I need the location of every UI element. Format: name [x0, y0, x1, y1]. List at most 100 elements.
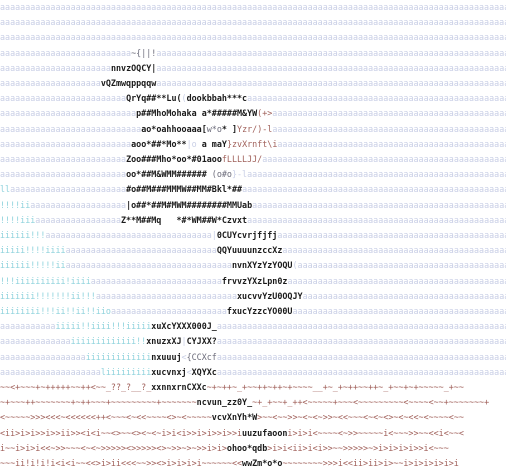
- art-line: aaaaaaaaaaaaaaaaaaaaaaaaaQrYq##**Lu((doo…: [0, 93, 506, 104]
- art-segment: aaaaaaaaaaaaaaaaaaaaaaaaaaaaaaaaaaaaaaaa…: [287, 275, 506, 286]
- art-segment: >i>i<ii>i<i>>~~>>>>>~>i>i>i>i>>i<~~~: [267, 442, 449, 453]
- art-segment: nnvzOQCY|: [110, 62, 157, 73]
- art-line: aaaaaaaaaaaaaaaaaaaaaaaaaaaaaaaaaaaaaaaa…: [0, 17, 506, 28]
- art-segment: aaaaaaaaaaaaaaaaaaaaaaaaaaaaaaaaaaaaaaaa…: [242, 184, 506, 195]
- art-segment: aaaaaaaaaaaaaaaaaaaaaaaaaaaaaaaaaaaaaaaa…: [156, 78, 506, 88]
- art-segment: aaaaaaaaaaaaaaaaaaaaaaaaaaaaaaaaaaaaaaaa…: [277, 138, 506, 149]
- art-line: iiiiii!!!!!iiaaaaaaaaaaaaaaaaaaaaaaaaaaa…: [0, 260, 506, 271]
- art-segment: aaaaaaaaaaaaaaaaaaaaaaaaaaaaaaaaaaaaaaaa…: [262, 154, 506, 164]
- art-line: aaaaaaaaaaaaaaaaaaaaaannvzOQCY|aaaaaaaaa…: [0, 63, 506, 74]
- art-segment: frvvzYXzLpn0z: [221, 275, 288, 286]
- art-line: ~~~ii!i!i!i<i<i~~<<>i>ii<<<~~>><>i>i>i>i…: [0, 458, 506, 469]
- art-segment: xnuzxXJ: [146, 336, 182, 347]
- art-segment: aaaaaaaaaaaaaaaaaaaaaaa: [10, 184, 127, 195]
- art-segment: aaaaaaaaaaaaaaaaaaaaaaaaaaaaaaaaaaaaaaaa…: [252, 199, 506, 210]
- art-segment: aaaaaaaaaaaaaaaaaaaaaaaaaaaaaaaaaaaaaaaa…: [247, 214, 506, 225]
- art-segment: aaaaaaaaaaaaaaaaaaaaaaaaaa: [0, 47, 132, 58]
- art-segment: Zoo###Mho*oo*#0: [126, 154, 202, 164]
- art-segment: aaaaaaaaaaaaaaaaaaaaaaaaa: [0, 169, 127, 180]
- art-segment: nvnXYzYzYOQU: [231, 260, 293, 271]
- art-segment: 1aoo: [201, 154, 222, 164]
- art-segment: oo*##M&WMM######: [126, 169, 207, 180]
- art-segment: xucvvYzU0OQJY: [237, 290, 303, 301]
- art-segment: |o: [186, 138, 202, 149]
- art-line: aaaaaaaaaaaaaaaaaaaavQZmwqppqqwaaaaaaaaa…: [0, 78, 506, 89]
- art-segment: Yzr/)-l: [237, 123, 273, 134]
- art-segment: !!!!iii: [0, 214, 36, 225]
- art-line: !!!iiiiiiiiii!iiiiaaaaaaaaaaaaaaaaaaaaaa…: [0, 276, 506, 287]
- art-line: aaaaaaaaaaaiiiii!!iiii!!!iiiiixuXcYXXX00…: [0, 321, 506, 332]
- art-segment: *#*WM##W*Czvxt: [176, 214, 248, 225]
- art-line: iiiiii!!!aaaaaaaaaaaaaaaaaaaaaaaaaaaaaaa…: [0, 230, 506, 241]
- art-segment: (o#o: [211, 169, 232, 180]
- art-segment: aaaaaaaaaaa: [0, 321, 56, 332]
- art-line: !!!!iiiaaaaaaaaaaaaaaaaaZ**M##Mq *#*WM##…: [0, 215, 506, 226]
- art-line: aaaaaaaaaaaaaaiiiiiiiiiiiii!!xnuzxXJ|CYJ…: [0, 336, 506, 347]
- art-segment: <ii>i>i>>i>>ii>><i<i~~<>~~<><~<~i>i<i>>i…: [0, 427, 243, 438]
- art-segment: vcvXnYh*W: [211, 412, 258, 423]
- art-segment: iiiiiii!!!!!!!ii!!!: [0, 290, 96, 301]
- art-segment: * ]: [221, 123, 238, 134]
- art-segment: aaaaaaaaaaaaaaaaaaaaaaaaaaaaaaaaaaaaaaaa…: [216, 336, 506, 347]
- art-segment: aaaaaaaaaaaaaaaaaaaaaaa: [110, 306, 227, 316]
- art-segment: aaaaaaaaaaaaaa: [0, 336, 71, 347]
- art-line: !!!!iiaaaaaaaaaaaaaaaaaaa|o##*##M#MWM###…: [0, 200, 506, 211]
- art-segment: aaaaaaaaaaaaaaaaaaaaaaaaaaaaaaaaaaaaaaaa…: [277, 230, 506, 240]
- art-segment: aaaaaaaaaaaaaaaaaaaaaaaaaaaaaaaaaaaaaaaa…: [247, 93, 506, 104]
- art-segment: fLLLLJJ/: [221, 154, 263, 164]
- art-segment: iiiii!!iiii!!!iiiii: [55, 321, 152, 332]
- art-segment: aaaaaaaaaaaaaaaaa: [35, 214, 122, 225]
- art-segment: !!!iiiiiiiiii!iiii: [0, 275, 91, 286]
- art-segment: aaaaaaaaaaaaaaaaaaaaaaaaaa: [90, 275, 222, 286]
- art-segment: nxuuuj: [151, 351, 182, 362]
- art-segment: iiiiii!!!!!ii: [0, 260, 66, 271]
- art-segment: ao*oahhooaaa[: [141, 123, 207, 134]
- art-segment: iiiiiiii!!!ii!!ii!!iio: [0, 306, 111, 316]
- art-segment: aaaaaaaaaaaaaaaaaaaaaaaaaaaaaaaaaaaaaaaa…: [282, 245, 506, 256]
- art-segment: ~{||!: [131, 47, 157, 58]
- art-segment: aaaaaaaaaaaaaaaaaaaaaaaaaaaaaaaaaaaaaaaa…: [302, 290, 506, 301]
- art-segment: aaaaaaaaaaaaaaaaaaaaaaaaaaaaaaaaaaaaaaaa…: [272, 123, 506, 134]
- art-line: aaaaaaaaaaaaaaaaaaaaaaaaaaaoo*##*Mo**|o …: [0, 139, 506, 150]
- art-segment: !!!!ii: [0, 199, 31, 210]
- art-line: iiiii!!!!iiiiaaaaaaaaaaaaaaaaaaaaaaaaaaa…: [0, 245, 506, 256]
- art-line: aaaaaaaaaaaaaaaaaaaaaaaaaaaaao*oahhooaaa…: [0, 124, 506, 135]
- art-segment: xuXcYXXX000J_: [151, 321, 217, 332]
- art-segment: iiiii!!!!iiii: [0, 245, 66, 256]
- art-line: ~~<+~~~+~+++++~~++<~~_??_?__?_xxnnxrnCXX…: [0, 382, 506, 393]
- art-segment: aaaaaaaaaaaaaaaaaaaaaaaaaaaaaaaaaaaaaaaa…: [216, 321, 506, 332]
- art-segment: aaaaaaaaaaaaaaaaaaaaaaaaaaaaaa: [65, 245, 217, 256]
- art-segment: aaaaaaaaaaaaaaaaaaaaaaaaaaaaaaaaa: [65, 260, 232, 271]
- art-line: aaaaaaaaaaaaaaaaaaaaaaaaaZoo###Mho*oo*#0…: [0, 154, 506, 165]
- art-segment: aoo*##*Mo**: [131, 138, 187, 149]
- art-segment: aaaaaaaaaaaaaaaaaaaaaaaaaaaaaaaaaaaaaaaa…: [216, 366, 506, 377]
- art-line: aaaaaaaaaaaaaaaaaaaaaaaaaa~{||!aaaaaaaaa…: [0, 48, 506, 59]
- art-segment: aaaaaaaaaaaaaaaaaaaaaaaaaaaaaaaaaaaaaaaa…: [0, 17, 506, 28]
- art-line: <~~~~~>>><<<~<<<<<<++<~~~<~<<~~~~<>~<~~~…: [0, 412, 506, 423]
- art-segment: ~+~~~++~~~~~~~+~++~~~+~~~~~~~~~+~~~~~~~: [0, 397, 197, 408]
- art-line: i~~i>i>i<<~>>~~~<~<~>>>>><>>>>><>~>>~>~>…: [0, 443, 506, 454]
- art-line: aaaaaaaaaaaaaaaaaaaaaaaaaaaaaaaaaaaaaaaa…: [0, 32, 506, 43]
- art-segment: iiiiiiiiiiiii!!: [70, 336, 147, 347]
- art-segment: liiiiiiiii: [100, 366, 152, 377]
- art-segment: aaaaaaaaaaaaaaaaaaaaaaaaaaaaaaaaaaaaaaaa…: [247, 169, 506, 180]
- art-segment: (aaaaaaaaaaaaaaaaaaaaaaaaaaaaaaaaaaaaaaa…: [292, 260, 506, 271]
- art-segment: ncvun_zz0Y_: [196, 397, 253, 408]
- art-segment: ~+_+~~+_++<~~~~~+~~~<~~~~~~~~~<~~~~<~~+~…: [252, 397, 490, 408]
- art-segment: #o##M###MMMW##MM#Bkl*##: [126, 184, 243, 195]
- art-segment: aaaaaaaaaaaaaaaaaaaaaaaaaaaa: [95, 290, 237, 301]
- art-segment: aaaaaaaaaaaaaaaaaaaaaaaaaaaaaaaaaaaaaaaa…: [156, 47, 506, 58]
- art-segment: aaaaaaaaaaaaaaaaaaaaaaaaaaaaaaaaa|: [45, 230, 217, 240]
- art-segment: {CCXcf: [186, 351, 217, 362]
- art-segment: ~~<+~~~+~+++++~~++<~~_??_?__?_: [0, 382, 152, 392]
- art-segment: aaaaaaaaaaaaaaaaaaaaaaaaaaaa: [0, 123, 142, 134]
- art-segment: aaaaaaaaaaaaaaaaaaaaaaaaaaaaaaaaaaaaaaaa…: [156, 62, 506, 73]
- art-segment: aaaaaaaaaaaaaaaaaaaa: [0, 78, 101, 88]
- art-segment: Z**M##Mq: [121, 214, 162, 225]
- art-line: ~+~~~++~~~~~~~+~++~~~+~~~~~~~~~+~~~~~~~n…: [0, 397, 506, 408]
- art-segment: CYJXX?: [186, 336, 217, 347]
- art-segment: aaaaaaaaaaaaaaaaaaa: [30, 199, 127, 210]
- art-segment: aaaaaaaaaaaaaaaaaaaa: [0, 366, 101, 377]
- art-segment: aaaaaaaaaaaaaaaaaaaaaaaaa: [0, 93, 127, 104]
- art-segment: aaaaaaaaaaaaaaaaaaaaaaaaa: [0, 154, 127, 164]
